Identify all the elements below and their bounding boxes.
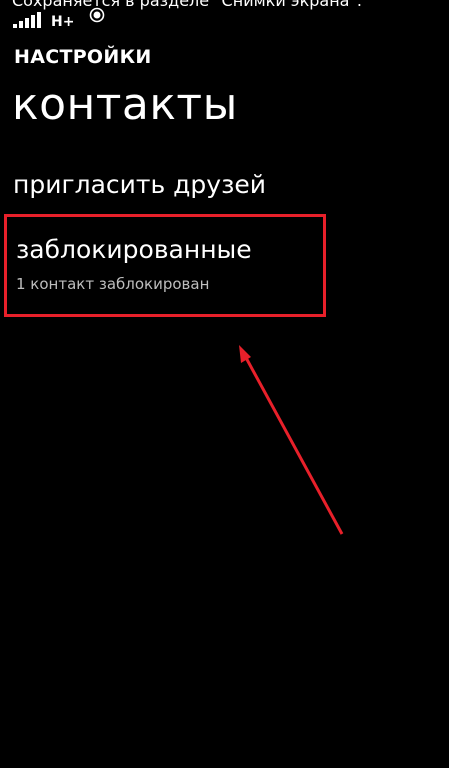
blocked-contacts-item[interactable]: заблокированные 1 контакт заблокирован [4, 214, 326, 317]
status-bar: Сохраняется в разделе "Снимки экрана". H… [0, 0, 449, 34]
screenshot-toast: Сохраняется в разделе "Снимки экрана". [12, 0, 362, 10]
network-type-label: H+ [51, 14, 75, 30]
location-icon [89, 7, 105, 23]
page-title: контакты [12, 79, 238, 130]
app-title: НАСТРОЙКИ [14, 46, 152, 68]
signal-icon [13, 12, 41, 28]
invite-friends-item[interactable]: пригласить друзей [13, 170, 266, 199]
blocked-contacts-count: 1 контакт заблокирован [16, 275, 210, 293]
blocked-contacts-label: заблокированные [16, 235, 252, 264]
